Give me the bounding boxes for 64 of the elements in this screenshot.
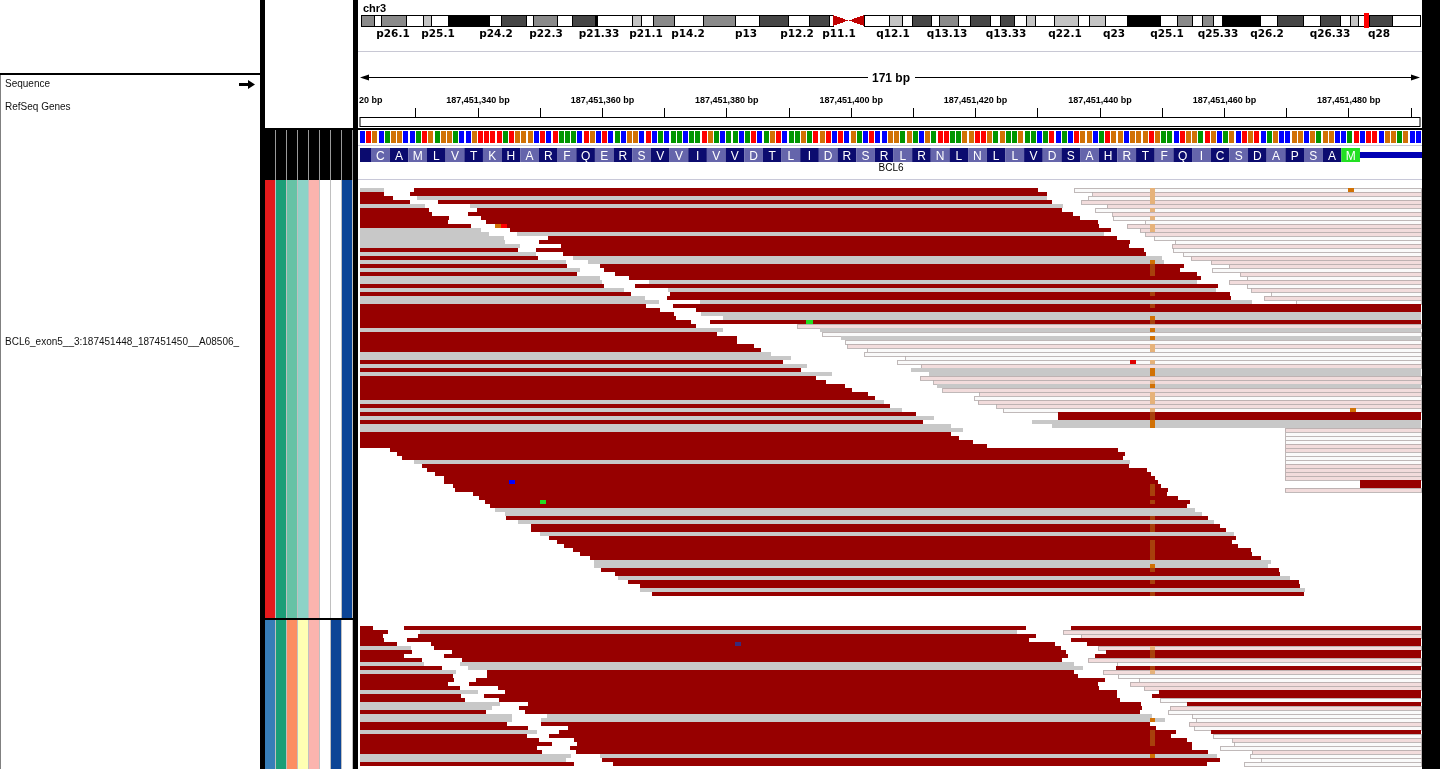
amino-acid: I (800, 148, 819, 163)
tick-label: 187,451,480 bp (1317, 95, 1381, 105)
codon-tile (360, 148, 371, 162)
amino-acid: T (1136, 148, 1155, 163)
band-label: q13.33 (985, 27, 1027, 39)
band-label: p25.1 (421, 27, 455, 39)
amino-acid: N (968, 148, 987, 163)
tick-label: 187,451,400 bp (819, 95, 883, 105)
band-label: p12.2 (780, 27, 814, 39)
amino-acid: A (520, 148, 539, 163)
band-label: q26.33 (1309, 27, 1351, 39)
band-label: p13 (734, 27, 758, 39)
amino-acid: C (371, 148, 390, 163)
amino-acid: I (1192, 148, 1211, 163)
amino-acid: T (464, 148, 483, 163)
band-label: q23 (1102, 27, 1126, 39)
amino-acid: L (1005, 148, 1025, 163)
chromosome-name: chr3 (363, 2, 387, 14)
tick-label: 187,451,460 bp (1192, 95, 1257, 105)
band-label: p21.33 (578, 27, 620, 39)
amino-acid: R (912, 148, 931, 163)
track-name: RefSeq Genes (5, 101, 71, 113)
band-label: p21.1 (629, 27, 663, 39)
amino-acid: S (1061, 148, 1081, 163)
band-label: q26.2 (1250, 27, 1284, 39)
amino-acid: P (1285, 148, 1304, 163)
band-label: p11.1 (822, 27, 856, 39)
amino-acid: S (632, 148, 651, 163)
tick-label: 187,451,360 bp (570, 95, 635, 105)
tick-label: 187,451,340 bp (446, 95, 510, 105)
band-label: p22.3 (529, 27, 563, 39)
amino-acid: D (744, 148, 763, 163)
band-label: q25.33 (1197, 27, 1239, 39)
amino-acid: V (1024, 148, 1043, 163)
band-label: q12.1 (876, 27, 910, 39)
amino-acid: S (1304, 148, 1323, 163)
gene-name: BCL6 (878, 162, 904, 173)
band-label: p26.1 (376, 27, 410, 39)
amino-acid: M (1341, 148, 1360, 163)
amino-acid: S (856, 148, 875, 163)
right-arrow-icon[interactable] (239, 80, 255, 89)
amino-acid: M (408, 148, 427, 163)
amino-acid: I (688, 148, 707, 163)
amino-acid: A (1080, 148, 1099, 163)
tick-label: 20 bp (359, 95, 383, 105)
tick-label: 187,451,420 bp (943, 95, 1008, 105)
region-bar[interactable] (359, 117, 1421, 127)
amino-acid: R (1117, 148, 1137, 163)
amino-acid: D (1248, 148, 1267, 163)
band-label: p24.2 (479, 27, 513, 39)
band-label: p14.2 (671, 27, 705, 39)
band-label: q13.13 (926, 27, 968, 39)
amino-acid: L (949, 148, 969, 163)
amino-acid: L (893, 148, 913, 163)
chromosome-ideogram[interactable] (360, 13, 1421, 28)
band-label: q28 (1367, 27, 1391, 39)
track-name: BCL6_exon5__3:187451448_187451450__A08506_ (5, 336, 240, 347)
amino-acid: S (1229, 148, 1248, 163)
span-label: 171 bp (872, 71, 910, 85)
track-name: Sequence (5, 78, 51, 90)
tick-label: 187,451,440 bp (1068, 95, 1132, 105)
band-label: q22.1 (1048, 27, 1082, 39)
tick-label: 187,451,380 bp (695, 95, 759, 105)
band-label: q25.1 (1150, 27, 1184, 39)
